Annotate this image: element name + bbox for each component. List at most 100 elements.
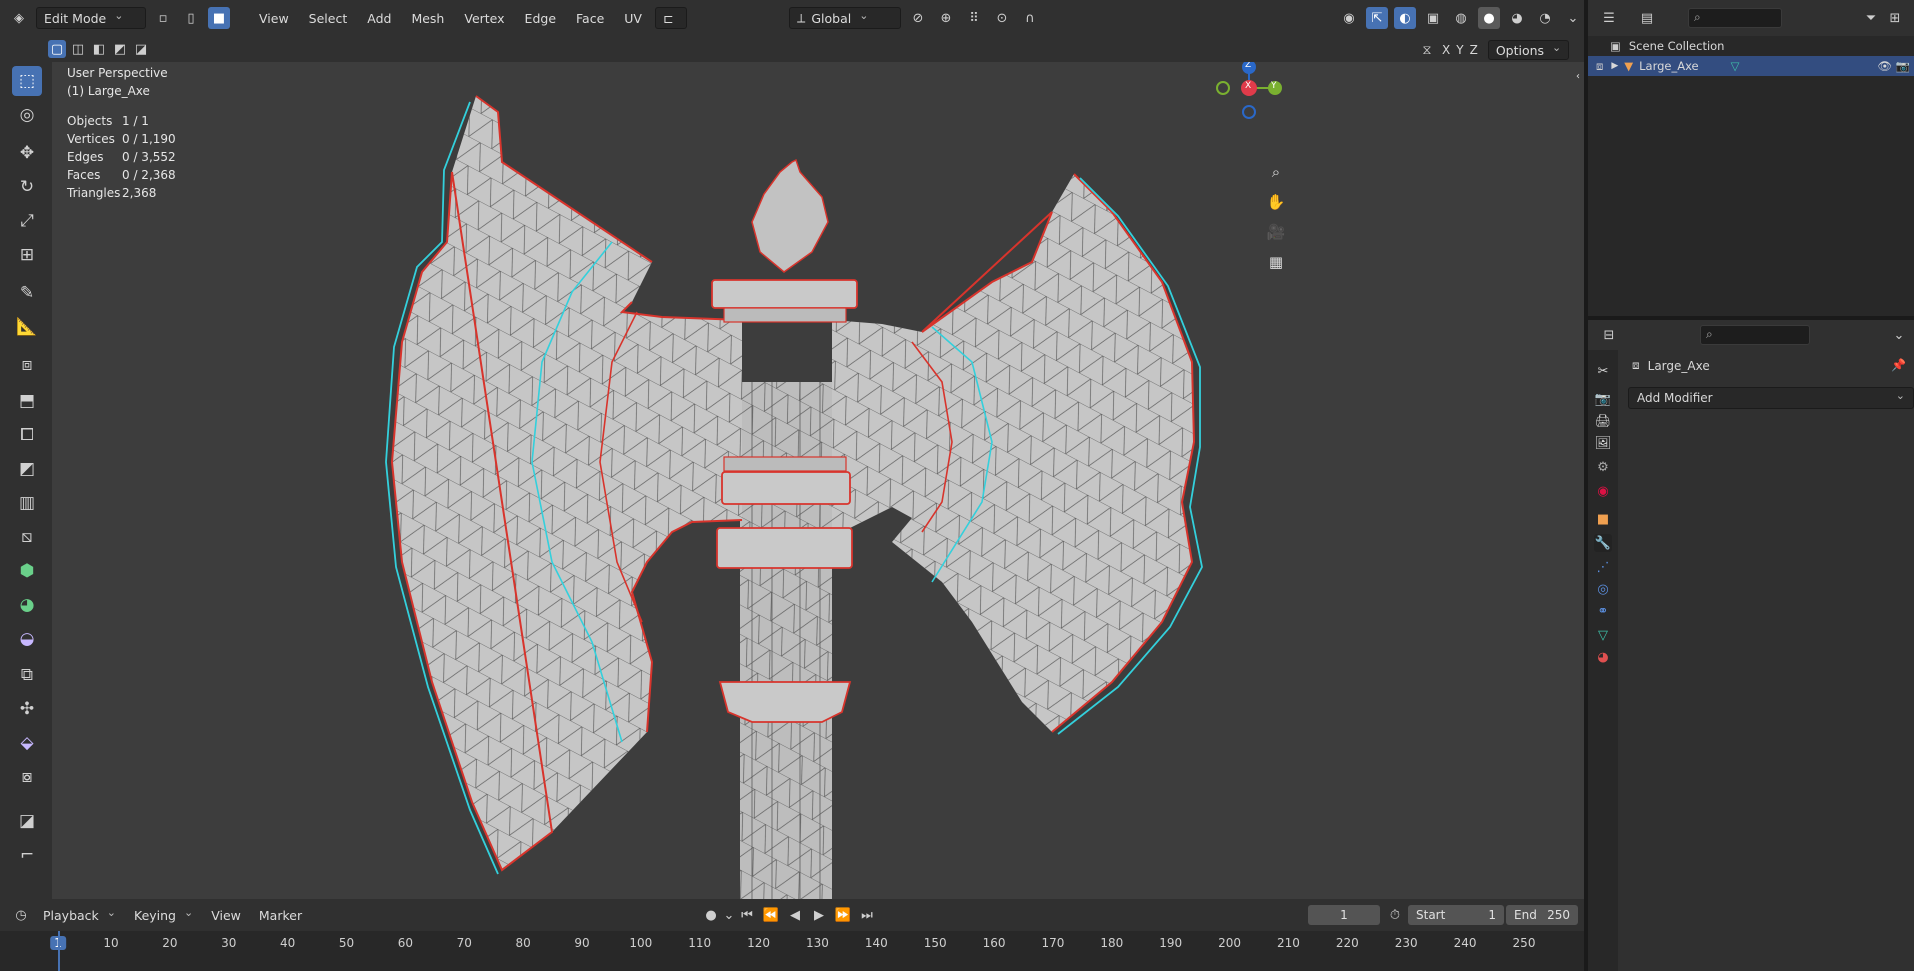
material-shading-icon[interactable]: ◕	[1506, 7, 1528, 29]
modifier-tab-icon[interactable]: 🔧	[1594, 534, 1612, 552]
3d-viewport[interactable]: User Perspective (1) Large_Axe Objects 1 …	[52, 62, 1584, 899]
material-tab-icon[interactable]: ◕	[1594, 648, 1612, 666]
mode-dropdown[interactable]: Edit Mode	[36, 7, 146, 29]
play-icon[interactable]: ▶	[808, 904, 830, 926]
gizmo-icon[interactable]: ⇱	[1366, 7, 1388, 29]
jump-end-icon[interactable]: ⏭	[856, 904, 878, 926]
select-intersect-icon[interactable]: ◪	[132, 40, 150, 58]
display-mode-icon[interactable]: ▤	[1636, 7, 1658, 29]
extrude-tool-icon[interactable]: ⬒	[12, 386, 42, 416]
select-box-tool-icon[interactable]: ⬚	[12, 66, 42, 96]
transform-tool-icon[interactable]: ⊞	[12, 240, 42, 270]
face-select-icon[interactable]: ■	[208, 7, 230, 29]
add-cube-tool-icon[interactable]: ⧈	[12, 350, 42, 380]
menu-mesh[interactable]: Mesh	[404, 7, 451, 29]
select-extend-icon[interactable]: ◫	[69, 40, 87, 58]
snap-target-icon[interactable]: ⠿	[963, 7, 985, 29]
shading-dropdown-icon[interactable]: ⌄	[1562, 7, 1584, 29]
xray-icon[interactable]: ▣	[1422, 7, 1444, 29]
tool-tab-icon[interactable]: ✂	[1594, 362, 1612, 380]
outliner-search-input[interactable]: ⌕	[1688, 8, 1782, 28]
inset-tool-icon[interactable]: ⧠	[12, 420, 42, 450]
edge-slide-tool-icon[interactable]: ⧉	[12, 660, 42, 690]
render-camera-icon[interactable]: 📷	[1896, 59, 1910, 73]
menu-select[interactable]: Select	[302, 7, 355, 29]
render-tab-icon[interactable]: 📷	[1594, 390, 1612, 408]
loop-cut-tool-icon[interactable]: ▥	[12, 488, 42, 518]
bevel-tool-icon[interactable]: ◩	[12, 454, 42, 484]
gizmo-x-label[interactable]: X	[1245, 81, 1251, 91]
edit-mode-icon[interactable]: ⧈	[1596, 59, 1603, 74]
spin-tool-icon[interactable]: ◕	[12, 590, 42, 620]
filter-icon[interactable]: ⏷	[1860, 7, 1882, 29]
ortho-grid-icon[interactable]: ▦	[1264, 250, 1288, 274]
axe-mesh[interactable]	[52, 62, 1584, 899]
world-tab-icon[interactable]: ◉	[1594, 482, 1612, 500]
timeline-editor-type-icon[interactable]: ◷	[10, 904, 32, 926]
rotate-tool-icon[interactable]: ↻	[12, 172, 42, 202]
properties-editor-type-icon[interactable]: ⊟	[1598, 324, 1620, 346]
camera-view-icon[interactable]: 🎥	[1264, 220, 1288, 244]
visibility-eye-icon[interactable]: 👁	[1877, 59, 1892, 73]
menu-edge[interactable]: Edge	[518, 7, 563, 29]
stopwatch-icon[interactable]: ⏱	[1384, 904, 1406, 926]
scene-tab-icon[interactable]: ⚙	[1594, 458, 1612, 476]
smooth-tool-icon[interactable]: ◒	[12, 624, 42, 654]
options-dropdown[interactable]: Options	[1487, 40, 1570, 60]
record-icon[interactable]: ●	[700, 904, 722, 926]
add-modifier-dropdown[interactable]: Add Modifier	[1628, 387, 1914, 409]
data-tab-icon[interactable]: ▽	[1594, 626, 1612, 644]
playhead-line[interactable]	[58, 931, 60, 971]
physics-tab-icon[interactable]: ◎	[1594, 580, 1612, 598]
pivot-icon[interactable]: ⊘	[907, 7, 929, 29]
select-subtract-icon[interactable]: ◧	[90, 40, 108, 58]
end-frame-field[interactable]: End 250	[1506, 905, 1578, 925]
scene-collection-row[interactable]: ▣ Scene Collection	[1588, 36, 1914, 56]
curve-tool-icon[interactable]: ⌐	[12, 840, 42, 870]
particles-tab-icon[interactable]: ⋰	[1594, 558, 1612, 576]
output-tab-icon[interactable]: 🖨	[1594, 412, 1612, 430]
mirror-icon[interactable]: ⧖	[1418, 41, 1436, 59]
prev-keyframe-icon[interactable]: ⏪	[760, 904, 782, 926]
menu-view[interactable]: View	[252, 7, 296, 29]
new-collection-icon[interactable]: ⊞	[1884, 7, 1906, 29]
constraints-tab-icon[interactable]: ⚭	[1594, 602, 1612, 620]
rip-tool-icon[interactable]: ⧇	[12, 762, 42, 792]
select-new-icon[interactable]: ▢	[48, 40, 66, 58]
gizmo-z-label[interactable]: Z	[1245, 62, 1251, 70]
solid-shading-icon[interactable]: ●	[1478, 7, 1500, 29]
vertex-select-icon[interactable]: ▫	[152, 7, 174, 29]
mirror-z[interactable]: Z	[1470, 43, 1478, 57]
expand-arrow-icon[interactable]: ▶	[1611, 61, 1618, 71]
select-invert-icon[interactable]: ◩	[111, 40, 129, 58]
select-box-icon[interactable]: ⊏	[654, 7, 687, 29]
move-tool-icon[interactable]: ✥	[12, 138, 42, 168]
measure-tool-icon[interactable]: 📐	[12, 312, 42, 342]
object-tab-icon[interactable]: ■	[1594, 510, 1612, 528]
current-frame-field[interactable]: 1	[1308, 905, 1380, 925]
properties-search-input[interactable]: ⌕	[1700, 325, 1810, 345]
next-keyframe-icon[interactable]: ⏩	[832, 904, 854, 926]
timeline-ruler[interactable]: 1102030405060708090100110120130140150160…	[0, 931, 1584, 971]
editor-type-icon[interactable]: ◈	[8, 7, 30, 29]
playback-menu[interactable]: Playback	[36, 904, 123, 926]
outliner-item-large-axe[interactable]: ⧈ ▶ ▼ Large_Axe ▽ 👁 📷	[1588, 56, 1914, 76]
gizmo-y-label[interactable]: Y	[1271, 81, 1277, 91]
snap-icon[interactable]: ⊕	[935, 7, 957, 29]
zoom-icon[interactable]: ⌕	[1264, 160, 1288, 184]
cursor-tool-icon[interactable]: ◎	[12, 100, 42, 130]
falloff-icon[interactable]: ∩	[1019, 7, 1041, 29]
properties-options-icon[interactable]: ⌄	[1888, 324, 1910, 346]
mirror-y[interactable]: Y	[1456, 43, 1463, 57]
scale-tool-icon[interactable]: ⤢	[12, 206, 42, 236]
keying-menu[interactable]: Keying	[127, 904, 200, 926]
wireframe-shading-icon[interactable]: ◍	[1450, 7, 1472, 29]
menu-add[interactable]: Add	[360, 7, 398, 29]
timeline-view-menu[interactable]: View	[204, 904, 248, 926]
transform-orientation-dropdown[interactable]: ⟂ Global	[788, 7, 901, 29]
add-object-tool-icon[interactable]: ◪	[12, 806, 42, 836]
mirror-x[interactable]: X	[1442, 43, 1450, 57]
navigation-gizmo[interactable]: Z Y X	[1202, 62, 1292, 150]
pan-hand-icon[interactable]: ✋	[1264, 190, 1288, 214]
shear-tool-icon[interactable]: ⬙	[12, 728, 42, 758]
